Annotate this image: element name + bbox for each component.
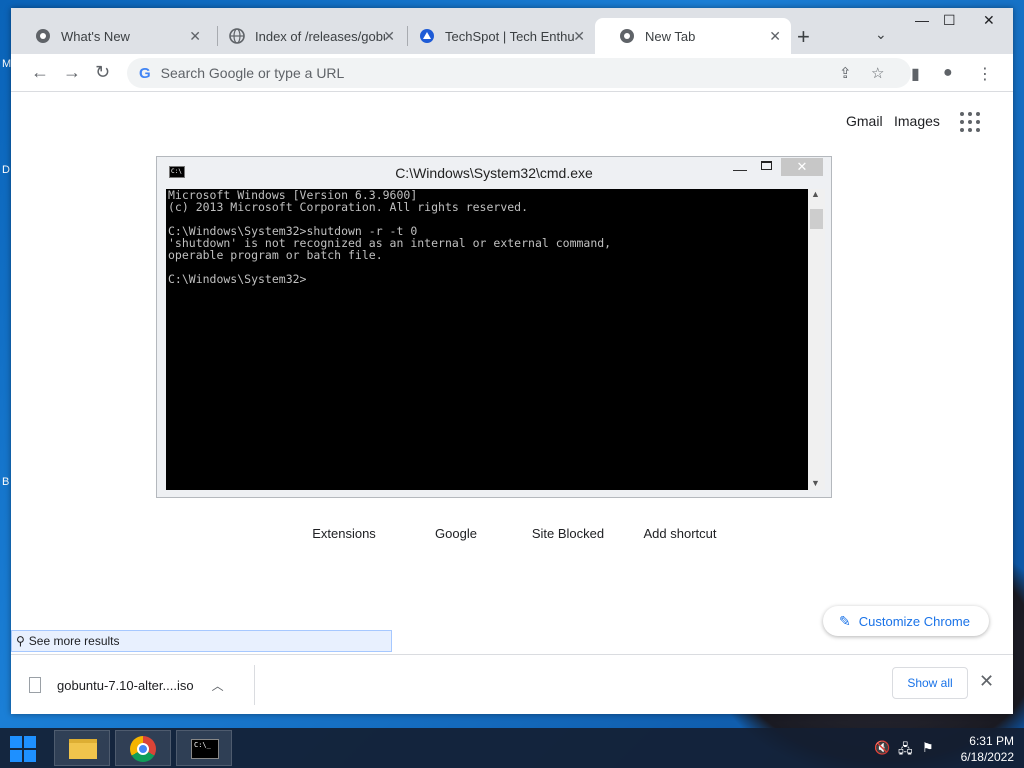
apps-grid-icon[interactable] (960, 112, 980, 132)
see-more-label: See more results (28, 634, 120, 648)
close-icon[interactable]: ✕ (573, 28, 585, 45)
tab-title: TechSpot | Tech Enthus (445, 28, 575, 44)
download-file-name: gobuntu-7.10-alter....iso (57, 677, 194, 693)
globe-icon (229, 28, 245, 44)
scroll-down-arrow-icon[interactable]: ▼ (811, 478, 820, 488)
menu-kebab-icon[interactable]: ⋮ (977, 64, 993, 84)
new-tab-button[interactable]: + (797, 24, 810, 50)
taskbar-file-explorer[interactable] (54, 730, 110, 766)
reload-icon[interactable]: ↻ (95, 62, 110, 83)
minimize-button[interactable]: — (915, 12, 929, 28)
action-center-icon[interactable]: ⚑ (922, 740, 934, 756)
desktop-icon-label: D (2, 164, 10, 176)
clock-date: 6/18/2022 (960, 750, 1014, 764)
google-g-icon: G (139, 64, 151, 82)
images-link[interactable]: Images (894, 113, 940, 129)
pencil-icon: ✎ (839, 612, 851, 629)
file-icon (29, 677, 41, 693)
cmd-icon: C:\_ (191, 739, 219, 759)
close-icon[interactable]: ✕ (769, 28, 781, 45)
desktop-icon-label: M (2, 58, 12, 70)
cmd-console[interactable]: Microsoft Windows [Version 6.3.9600] (c) … (166, 189, 808, 490)
chrome-icon (130, 736, 156, 762)
tab-title: What's New (61, 28, 130, 44)
maximize-button[interactable]: ☐ (943, 12, 956, 29)
show-all-button[interactable]: Show all (892, 667, 968, 699)
shortcut-add[interactable]: Add shortcut (630, 526, 730, 541)
cmd-titlebar[interactable]: C:\ C:\Windows\System32\cmd.exe — ✕ (157, 157, 831, 187)
side-panel-icon[interactable]: ▮ (911, 64, 920, 84)
close-icon[interactable]: ✕ (189, 28, 201, 45)
cmd-title: C:\Windows\System32\cmd.exe (395, 165, 593, 181)
windows-start-icon[interactable] (10, 736, 36, 762)
taskbar-cmd[interactable]: C:\_ (176, 730, 232, 766)
taskbar-chrome[interactable] (115, 730, 171, 766)
cmd-window: C:\ C:\Windows\System32\cmd.exe — ✕ Micr… (156, 156, 832, 498)
shortcut-site-blocked[interactable]: Site Blocked (518, 526, 618, 541)
shortcut-google[interactable]: Google (406, 526, 506, 541)
see-more-results-suggestion[interactable]: ⚲ See more results (11, 630, 392, 652)
gmail-link[interactable]: Gmail (846, 113, 883, 129)
tab-index-releases[interactable]: Index of /releases/gobu ✕ (205, 18, 405, 54)
scroll-thumb[interactable] (810, 209, 823, 229)
tab-new-tab[interactable]: New Tab ✕ (595, 18, 791, 54)
tab-title: New Tab (645, 28, 696, 44)
divider (254, 665, 255, 705)
scroll-up-arrow-icon[interactable]: ▲ (811, 189, 820, 199)
customize-chrome-button[interactable]: ✎ Customize Chrome (823, 606, 989, 636)
download-shelf: gobuntu-7.10-alter....iso ︿ Show all ✕ (11, 654, 1013, 714)
omnibox[interactable]: G Search Google or type a URL (127, 58, 911, 88)
customize-label: Customize Chrome (858, 613, 970, 629)
chevron-up-icon[interactable]: ︿ (212, 677, 224, 694)
close-icon[interactable]: ✕ (979, 671, 994, 692)
close-window-button[interactable]: ✕ (983, 12, 995, 29)
chrome-icon (620, 29, 634, 43)
cmd-minimize-button[interactable]: — (733, 161, 747, 177)
desktop-icon-label: B (2, 476, 10, 488)
tab-whats-new[interactable]: What's New ✕ (11, 18, 211, 54)
console-line: C:\Windows\System32> (168, 272, 307, 286)
network-icon[interactable]: 🖧 (898, 740, 913, 762)
volume-muted-icon[interactable]: 🔇 (874, 740, 890, 756)
cmd-close-button[interactable]: ✕ (781, 158, 823, 176)
tab-techspot[interactable]: TechSpot | Tech Enthus ✕ (395, 18, 595, 54)
download-item[interactable]: gobuntu-7.10-alter....iso ︿ (29, 669, 224, 701)
cmd-maximize-button[interactable] (761, 161, 772, 170)
console-line: (c) 2013 Microsoft Corporation. All righ… (168, 200, 529, 214)
tab-search-chevron-icon[interactable]: ⌄ (875, 26, 887, 43)
share-icon[interactable]: ⇪ (839, 64, 852, 82)
taskbar: C:\_ 🔇 🖧 ⚑ 6:31 PM 6/18/2022 (0, 728, 1024, 768)
close-icon[interactable]: ✕ (383, 28, 395, 45)
folder-icon (69, 739, 97, 759)
omnibox-placeholder: Search Google or type a URL (160, 65, 345, 81)
techspot-icon (420, 29, 434, 43)
tab-strip: What's New ✕ Index of /releases/gobu ✕ T… (11, 8, 1013, 54)
tab-title: Index of /releases/gobu (255, 28, 385, 44)
console-line: operable program or batch file. (168, 248, 383, 262)
profile-avatar-icon[interactable]: ● (943, 64, 953, 82)
bookmark-star-icon[interactable]: ☆ (871, 64, 884, 82)
search-icon: ⚲ (16, 634, 25, 648)
cmd-scrollbar[interactable]: ▲ ▼ (808, 189, 825, 490)
clock-time: 6:31 PM (969, 734, 1014, 748)
taskbar-clock[interactable]: 6:31 PM 6/18/2022 (944, 733, 1014, 765)
browser-toolbar: ← → ↻ G Search Google or type a URL ⇪ ☆ … (11, 54, 1013, 92)
chrome-icon (36, 29, 50, 43)
back-arrow-icon[interactable]: ← (31, 62, 49, 83)
forward-arrow-icon[interactable]: → (63, 62, 81, 83)
shortcut-extensions[interactable]: Extensions (294, 526, 394, 541)
